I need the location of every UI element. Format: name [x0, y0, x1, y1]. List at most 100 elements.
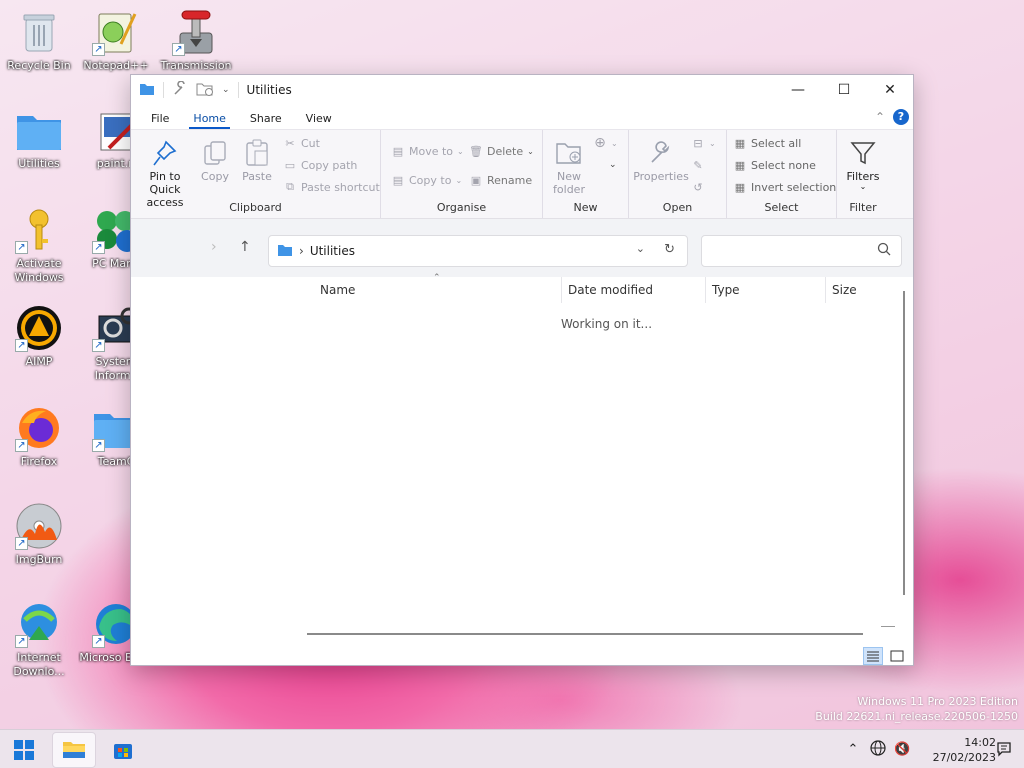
shortcut-arrow-icon: ↗ — [15, 241, 28, 254]
cut-button[interactable]: ✂ Cut — [283, 136, 320, 150]
cut-label: Cut — [301, 136, 320, 150]
details-view-icon[interactable] — [863, 647, 883, 665]
up-arrow-icon[interactable]: ↑ — [239, 239, 251, 255]
select-none-button[interactable]: ▦ Select none — [733, 158, 816, 172]
properties-quick-icon[interactable] — [172, 79, 188, 100]
aimp-icon: ↗ — [15, 304, 63, 352]
vertical-scrollbar[interactable] — [903, 291, 905, 595]
new-item-button[interactable]: ⊕ ⌄ — [593, 135, 618, 151]
shortcut-arrow-icon: ↗ — [15, 537, 28, 550]
desktop-icon-aimp[interactable]: ↗ AIMP — [1, 304, 77, 369]
column-divider[interactable] — [705, 277, 706, 303]
desktop-icon-firefox[interactable]: ↗ Firefox — [1, 404, 77, 469]
large-icons-view-icon[interactable] — [887, 647, 907, 665]
pin-to-quick-access-button[interactable]: Pin to Quick access — [137, 138, 193, 209]
rename-label: Rename — [487, 173, 533, 187]
select-all-button[interactable]: ▦ Select all — [733, 136, 802, 150]
trash-icon: 🗑 — [469, 144, 483, 158]
desktop-icon-notepadpp[interactable]: ↗ Notepad++ — [78, 8, 154, 73]
maximize-button[interactable]: ☐ — [821, 75, 867, 105]
recycle-bin-icon — [15, 8, 63, 56]
microsoft-store-icon — [114, 744, 132, 759]
clock-date: 27/02/2023 — [932, 750, 996, 764]
open-button[interactable]: ⊟ ⌄ — [691, 136, 715, 150]
close-button[interactable]: ✕ — [867, 75, 913, 105]
move-to-button[interactable]: ▤ Move to ⌄ — [391, 144, 464, 158]
desktop-icon-utilities[interactable]: Utilities — [1, 106, 77, 171]
breadcrumb-utilities[interactable]: Utilities — [310, 244, 355, 258]
collapse-ribbon-icon[interactable]: ⌃ — [875, 110, 885, 124]
new-folder-quick-icon[interactable] — [196, 81, 214, 100]
refresh-icon[interactable]: ↻ — [664, 242, 675, 257]
sort-ascending-icon: ⌃ — [433, 273, 441, 283]
move-to-label: Move to — [409, 144, 454, 158]
shortcut-arrow-icon: ↗ — [15, 439, 28, 452]
group-label-open: Open — [662, 201, 693, 214]
copy-button[interactable]: Copy — [197, 138, 233, 183]
paste-button[interactable]: Paste — [237, 138, 277, 183]
plus-circle-icon: ⊕ — [594, 135, 606, 151]
shortcut-arrow-icon: ↗ — [172, 43, 185, 56]
new-folder-button[interactable]: New folder — [551, 138, 587, 196]
tab-view[interactable]: View — [294, 112, 344, 129]
search-input[interactable] — [708, 236, 868, 264]
copy-path-button[interactable]: ▭ Copy path — [283, 158, 358, 172]
search-box[interactable] — [701, 235, 902, 267]
navigation-pane[interactable] — [131, 277, 268, 647]
taskbar-file-explorer[interactable] — [52, 732, 96, 768]
chevron-down-icon: ⌄ — [609, 160, 617, 170]
tab-file[interactable]: File — [139, 112, 181, 129]
address-bar[interactable]: › Utilities ⌄ ↻ — [268, 235, 688, 267]
column-divider[interactable] — [825, 277, 826, 303]
invert-selection-button[interactable]: ▦ Invert selection — [733, 180, 836, 194]
desktop-icon-imgburn[interactable]: ↗ ImgBurn — [1, 502, 77, 567]
clock[interactable]: 14:02 27/02/2023 — [933, 735, 996, 765]
minimize-button[interactable]: — — [775, 75, 821, 105]
taskbar-microsoft-store[interactable] — [101, 732, 145, 768]
forward-arrow-icon[interactable]: › — [211, 239, 217, 255]
chevron-down-icon: ⌄ — [527, 146, 534, 156]
breadcrumb-separator-icon: › — [299, 244, 304, 258]
title-bar[interactable]: ⌄ Utilities — ☐ ✕ — [131, 75, 913, 105]
column-header-date-modified[interactable]: Date modified — [568, 283, 653, 297]
column-divider[interactable] — [561, 277, 562, 303]
imgburn-icon: ↗ — [15, 502, 63, 550]
desktop-icon-recycle-bin[interactable]: Recycle Bin — [1, 8, 77, 73]
tab-share[interactable]: Share — [238, 112, 294, 129]
select-none-icon: ▦ — [734, 158, 746, 172]
window-controls: — ☐ ✕ — [775, 75, 913, 105]
easy-access-button[interactable]: ⌄ — [609, 160, 617, 170]
desktop-icon-activate-windows[interactable]: ↗ Activate Windows — [1, 206, 77, 285]
properties-button[interactable]: Properties — [633, 138, 689, 183]
copy-to-button[interactable]: ▤ Copy to ⌄ — [391, 173, 462, 187]
address-history-chevron-icon[interactable]: ⌄ — [636, 242, 645, 255]
column-header-name[interactable]: Name — [320, 283, 355, 297]
notifications-icon[interactable] — [996, 741, 1012, 760]
firefox-icon: ↗ — [15, 404, 63, 452]
horizontal-scrollbar[interactable] — [307, 633, 863, 635]
column-header-type[interactable]: Type — [712, 283, 740, 297]
pin-icon — [150, 138, 180, 168]
show-hidden-icons-chevron-icon[interactable]: ⌃ — [848, 742, 859, 757]
delete-button[interactable]: 🗑 Delete ⌄ — [469, 144, 534, 158]
help-icon[interactable]: ? — [893, 109, 909, 125]
ribbon-right-controls: ⌃ ? — [875, 109, 909, 125]
rename-button[interactable]: ▣ Rename — [469, 173, 532, 187]
edit-button[interactable]: ✎ — [691, 158, 705, 172]
column-header-size[interactable]: Size — [832, 283, 857, 297]
desktop-icon-transmission[interactable]: ↗ Transmission — [158, 8, 234, 73]
filters-button[interactable]: Filters ⌄ — [841, 138, 885, 191]
network-globe-icon[interactable] — [870, 740, 887, 759]
start-button[interactable] — [2, 732, 46, 768]
view-toggle — [863, 647, 907, 665]
file-list[interactable]: ⌃ Name Date modified Type Size Working o… — [275, 273, 913, 647]
scrollbar-end-marker — [881, 626, 895, 627]
desktop-icon-label: Internet Downlo... — [13, 651, 65, 678]
content-area: ⌃ Name Date modified Type Size Working o… — [131, 273, 913, 665]
tab-home[interactable]: Home — [181, 112, 237, 129]
history-button[interactable]: ↺ — [691, 180, 705, 194]
volume-muted-icon[interactable]: 🔇 — [894, 742, 910, 757]
chevron-down-icon[interactable]: ⌄ — [222, 85, 230, 95]
paste-shortcut-button[interactable]: ⧉ Paste shortcut — [283, 180, 380, 194]
desktop-icon-internet-download-manager[interactable]: ↗ Internet Downlo... — [1, 600, 77, 679]
